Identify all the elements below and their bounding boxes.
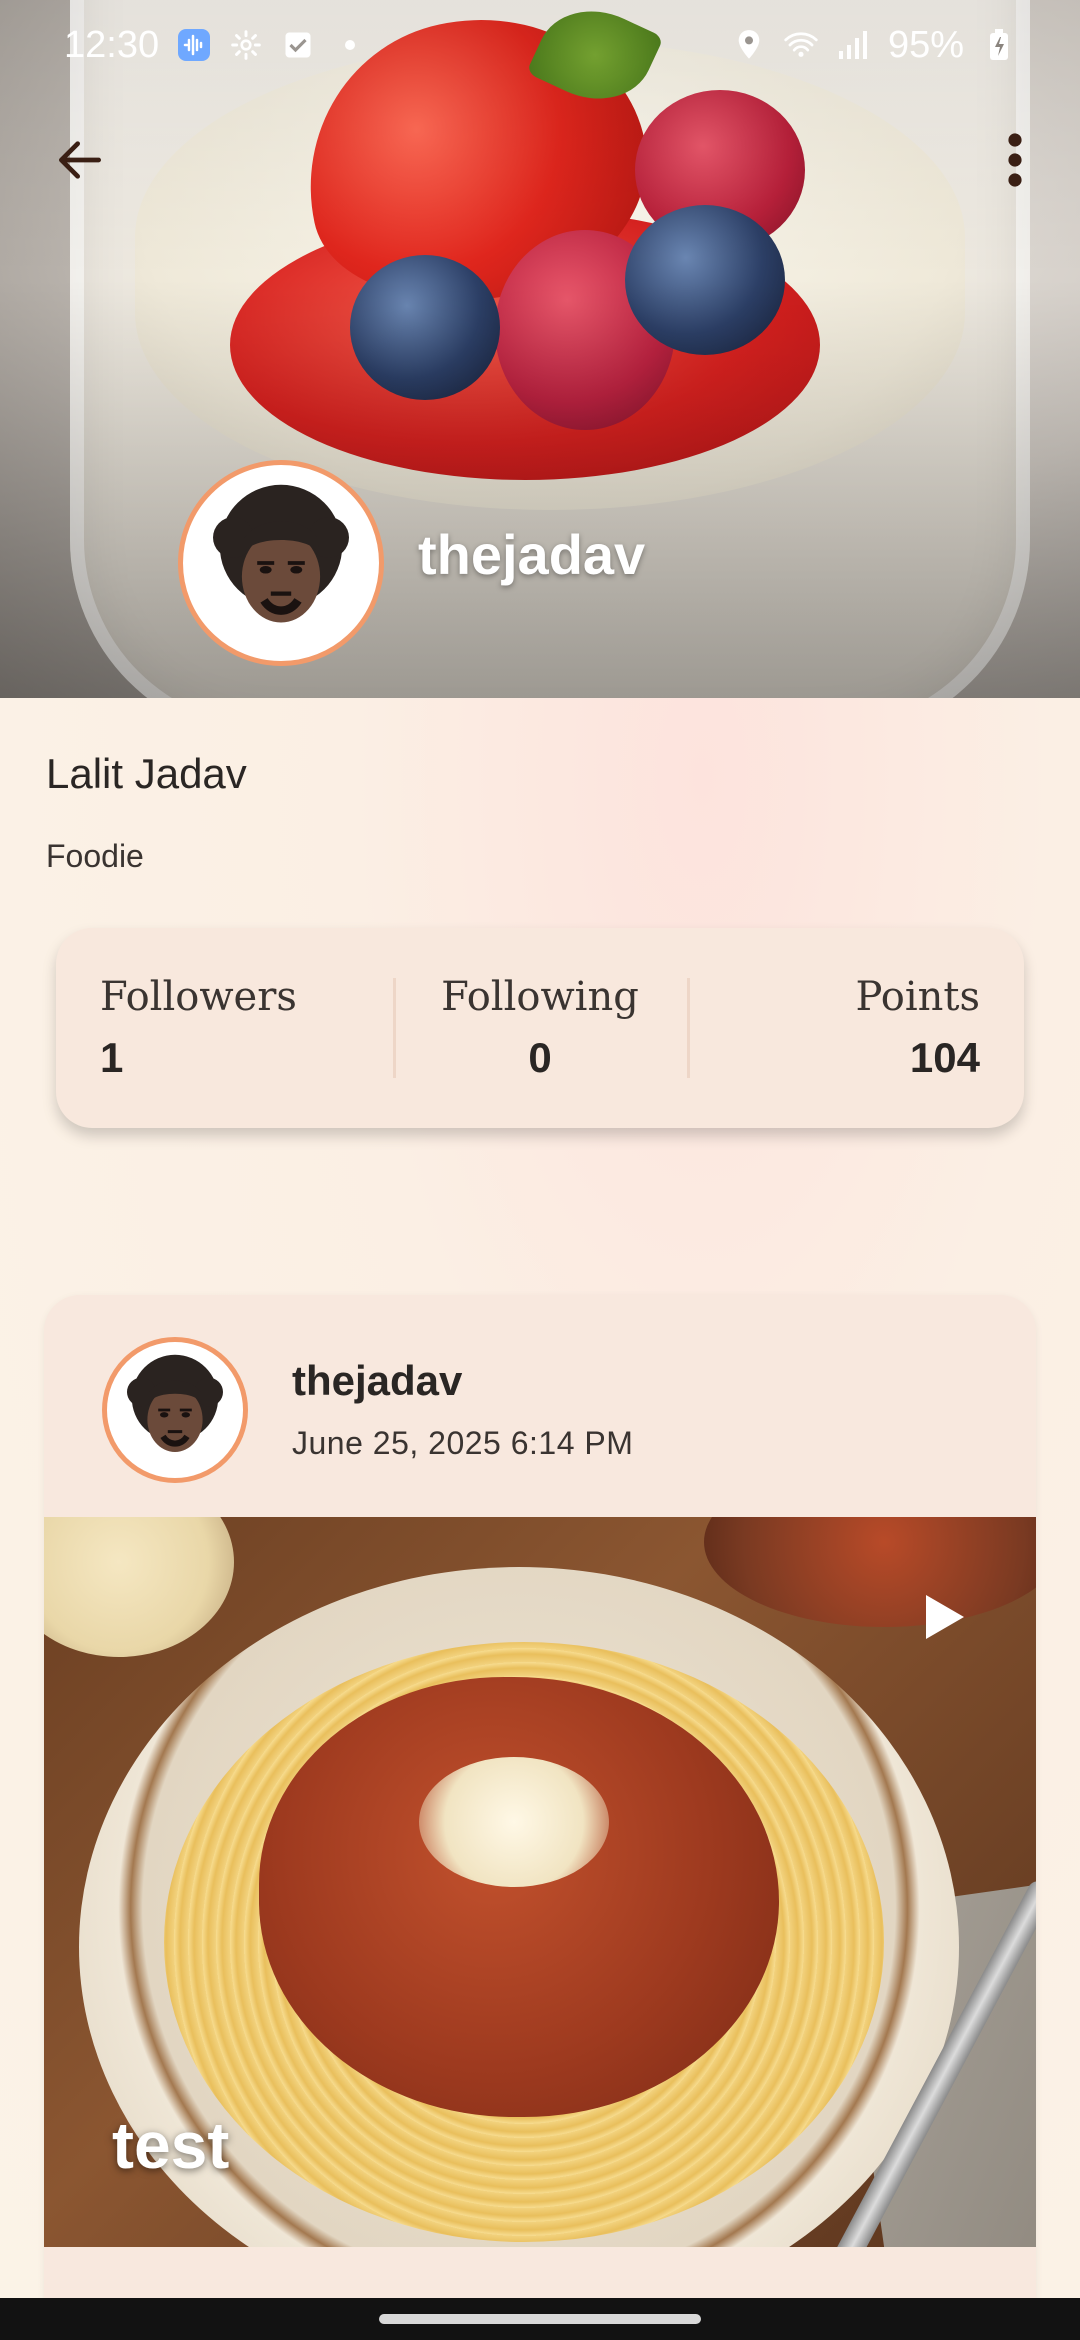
signal-icon — [836, 28, 870, 62]
back-button[interactable] — [40, 120, 120, 200]
post-video-thumbnail[interactable]: test — [44, 1517, 1036, 2247]
cover-image — [0, 0, 1080, 698]
checkbox-icon — [281, 28, 315, 62]
full-name: Lalit Jadav — [46, 750, 247, 797]
play-button[interactable] — [914, 1587, 974, 1647]
more-options-button[interactable] — [985, 120, 1045, 200]
post-card[interactable]: thejadav June 25, 2025 6:14 PM test — [44, 1295, 1036, 2340]
battery-charging-icon — [982, 28, 1016, 62]
bio: Foodie — [46, 838, 144, 874]
avatar-face-icon — [213, 484, 349, 623]
post-avatar[interactable] — [102, 1337, 248, 1483]
post-date: June 25, 2025 6:14 PM — [292, 1425, 634, 1461]
play-icon — [926, 1595, 964, 1639]
stat-label: Points — [855, 974, 980, 1020]
system-navigation-bar — [0, 2298, 1080, 2340]
stat-value: 1 — [100, 1034, 124, 1081]
arrow-left-icon — [59, 141, 101, 179]
home-gesture-handle[interactable] — [379, 2314, 701, 2324]
stat-value: 104 — [909, 1034, 980, 1081]
dot-icon — [333, 28, 367, 62]
profile-avatar[interactable] — [178, 460, 384, 666]
more-vertical-icon — [1008, 133, 1022, 187]
location-pin-icon — [732, 28, 766, 62]
battery-percent: 95% — [887, 23, 964, 66]
stats-card: Followers 1 Following 0 Points 104 — [56, 928, 1024, 1128]
stat-value: 0 — [528, 1034, 552, 1081]
status-bar: 12:30 95% — [0, 0, 1080, 90]
stat-label: Followers — [100, 974, 297, 1020]
sound-wave-icon — [177, 28, 211, 62]
post-caption: test — [112, 2108, 230, 2182]
post-username[interactable]: thejadav — [292, 1357, 462, 1405]
status-time: 12:30 — [64, 23, 160, 66]
stat-followers[interactable]: Followers 1 — [56, 928, 393, 1128]
stat-points[interactable]: Points 104 — [686, 928, 1024, 1128]
wifi-icon — [784, 28, 818, 62]
header-username: thejadav — [418, 523, 646, 586]
stat-label: Following — [441, 974, 639, 1020]
avatar-face-icon — [127, 1354, 223, 1452]
settings-gear-icon — [229, 28, 263, 62]
stat-following[interactable]: Following 0 — [393, 928, 686, 1128]
